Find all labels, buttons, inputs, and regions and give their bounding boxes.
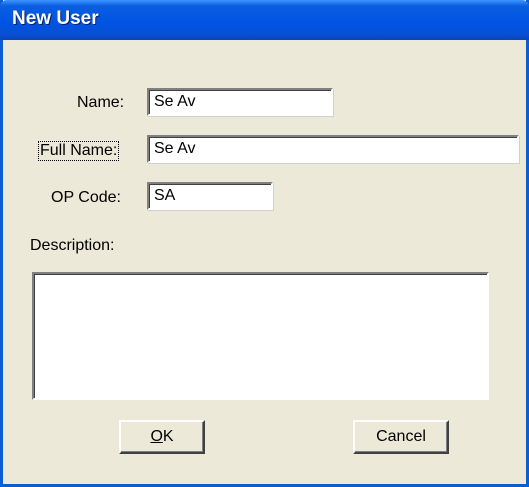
full-name-field[interactable]: Se Av: [147, 135, 519, 163]
description-label: Description:: [30, 237, 115, 254]
dialog-body: Name: Se Av Full Name: Se Av OP Code: SA…: [3, 40, 526, 484]
new-user-dialog: New User Name: Se Av Full Name: Se Av OP…: [0, 0, 529, 487]
ok-mnemonic: O: [150, 428, 163, 445]
title-bar[interactable]: New User: [0, 0, 529, 40]
window-title: New User: [12, 8, 99, 29]
ok-button[interactable]: OK: [119, 420, 205, 454]
name-field[interactable]: Se Av: [147, 88, 333, 116]
op-code-label: OP Code:: [51, 189, 121, 206]
description-textarea[interactable]: [32, 272, 489, 400]
name-label: Name:: [77, 94, 125, 111]
full-name-label: Full Name:: [37, 141, 120, 161]
cancel-button[interactable]: Cancel: [353, 420, 449, 454]
ok-label-rest: K: [162, 428, 174, 445]
op-code-field[interactable]: SA: [147, 182, 273, 210]
